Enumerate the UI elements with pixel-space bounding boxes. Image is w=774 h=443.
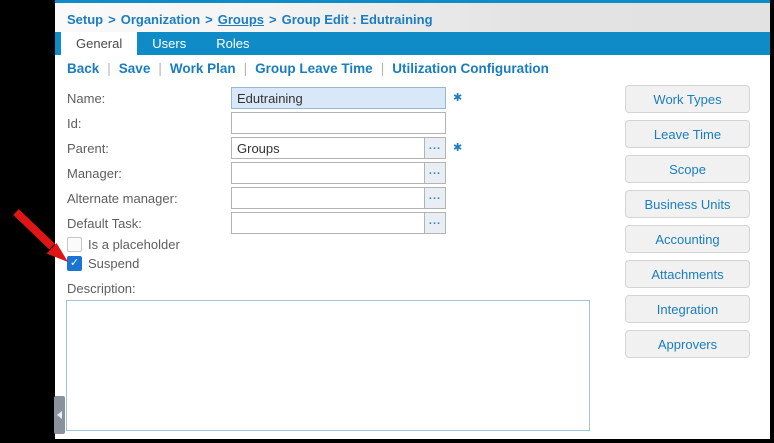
breadcrumb-groups[interactable]: Groups — [218, 12, 264, 27]
default-task-label: Default Task: — [67, 216, 142, 231]
breadcrumb-organization[interactable]: Organization — [121, 12, 200, 27]
manager-label: Manager: — [67, 166, 122, 181]
breadcrumb-setup[interactable]: Setup — [67, 12, 103, 27]
default-task-input[interactable]: ... — [231, 212, 446, 234]
description-textarea[interactable] — [66, 300, 590, 431]
integration-button[interactable]: Integration — [625, 295, 750, 323]
breadcrumb-separator: > — [269, 12, 277, 27]
tab-users[interactable]: Users — [137, 32, 201, 55]
description-label: Description: — [67, 281, 136, 296]
suspend-checkbox[interactable]: ✓ — [67, 256, 82, 271]
breadcrumb-separator: > — [205, 12, 213, 27]
manager-input[interactable]: ... — [231, 162, 446, 184]
is-a-placeholder-label: Is a placeholder — [88, 237, 180, 252]
check-icon: ✓ — [69, 257, 80, 269]
utilization-configuration-link[interactable]: Utilization Configuration — [392, 61, 549, 76]
required-marker-icon: ✱ — [453, 141, 463, 154]
breadcrumb-separator: > — [108, 12, 116, 27]
attachments-button[interactable]: Attachments — [625, 260, 750, 288]
name-value: Edutraining — [237, 90, 303, 106]
action-links: Back | Save | Work Plan | Group Leave Time | Uti… — [67, 61, 549, 76]
id-input[interactable] — [231, 112, 446, 134]
parent-label: Parent: — [67, 141, 109, 156]
breadcrumb-current-page: Group Edit : Edutraining — [281, 12, 433, 27]
leave-time-button[interactable]: Leave Time — [625, 120, 750, 148]
id-label: Id: — [67, 116, 82, 131]
breadcrumb-bar: Setup > Organization > Groups > Group Edit : E… — [55, 3, 770, 32]
link-separator: | — [243, 61, 248, 76]
is-a-placeholder-checkbox-row: Is a placeholder — [67, 237, 180, 252]
collapse-panel-handle[interactable] — [54, 396, 65, 434]
alternate-manager-input[interactable]: ... — [231, 187, 446, 209]
back-link[interactable]: Back — [67, 61, 99, 76]
is-a-placeholder-checkbox[interactable] — [67, 237, 82, 252]
manager-lookup-button[interactable]: ... — [424, 163, 445, 183]
link-separator: | — [380, 61, 385, 76]
required-marker-icon: ✱ — [453, 91, 463, 104]
group-leave-time-link[interactable]: Group Leave Time — [255, 61, 373, 76]
app-window: Setup > Organization > Groups > Group Edit : E… — [0, 0, 774, 443]
suspend-checkbox-row: ✓ Suspend — [67, 256, 139, 271]
scope-button[interactable]: Scope — [625, 155, 750, 183]
save-link[interactable]: Save — [119, 61, 151, 76]
business-units-button[interactable]: Business Units — [625, 190, 750, 218]
accounting-button[interactable]: Accounting — [625, 225, 750, 253]
suspend-label: Suspend — [88, 256, 140, 271]
parent-value: Groups — [237, 140, 280, 156]
work-plan-link[interactable]: Work Plan — [170, 61, 236, 76]
tab-general[interactable]: General — [61, 32, 138, 55]
breadcrumb: Setup > Organization > Groups > Group Edit : E… — [67, 12, 433, 27]
tab-roles[interactable]: Roles — [201, 32, 264, 55]
tab-bar: General Users Roles — [55, 32, 770, 55]
chevron-left-icon — [57, 411, 62, 419]
default-task-lookup-button[interactable]: ... — [424, 213, 445, 233]
approvers-button[interactable]: Approvers — [625, 330, 750, 358]
page-content: Setup > Organization > Groups > Group Edit : E… — [55, 0, 770, 439]
work-types-button[interactable]: Work Types — [625, 85, 750, 113]
name-label: Name: — [67, 91, 106, 106]
alternate-manager-label: Alternate manager: — [67, 191, 178, 206]
alternate-manager-lookup-button[interactable]: ... — [424, 188, 445, 208]
link-separator: | — [107, 61, 111, 76]
name-input[interactable]: Edutraining — [231, 87, 446, 109]
parent-input[interactable]: Groups ... — [231, 137, 446, 159]
link-separator: | — [158, 61, 162, 76]
parent-lookup-button[interactable]: ... — [424, 138, 445, 158]
